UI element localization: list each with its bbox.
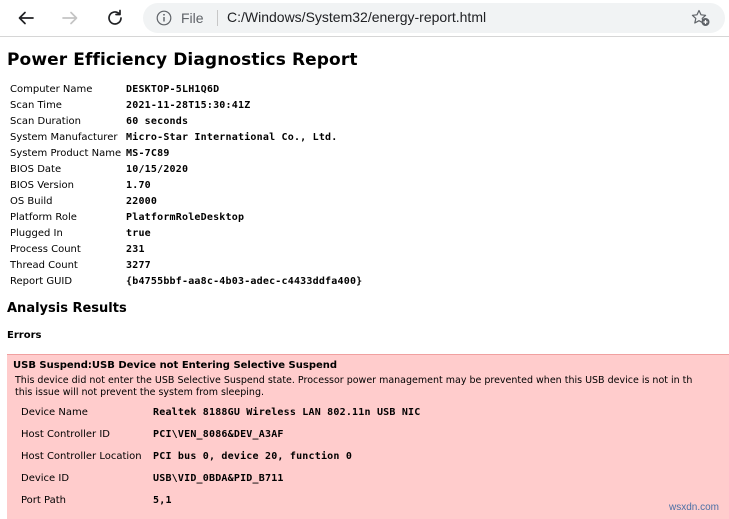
system-info-row-label: Thread Count [10, 259, 78, 271]
analysis-heading: Analysis Results [7, 301, 127, 316]
system-info-row-value: 60 seconds [126, 115, 189, 127]
back-button[interactable] [14, 6, 38, 30]
error-detail-row-value: PCI bus 0, device 20, function 0 [153, 450, 353, 462]
system-info-row: BIOS Version 1.70 [8, 177, 364, 193]
system-info-row-label: Process Count [10, 243, 81, 255]
forward-button[interactable] [58, 6, 82, 30]
error-description: This device did not enter the USB Select… [15, 375, 692, 399]
system-info-row: BIOS Date 10/15/2020 [8, 161, 364, 177]
system-info-row-value: 3277 [126, 259, 151, 271]
system-info-row-value: MS-7C89 [126, 147, 170, 159]
system-info-row: System Product Name MS-7C89 [8, 145, 364, 161]
error-detail-row: Device Name Realtek 8188GU Wireless LAN 8… [19, 401, 422, 423]
system-info-row-label: Computer Name [10, 83, 93, 95]
error-detail-row-value: PCI\VEN_8086&DEV_A3AF [153, 428, 284, 440]
system-info-row-label: Plugged In [10, 227, 63, 239]
system-info-row: Platform Role PlatformRoleDesktop [8, 209, 364, 225]
system-info-row: Report GUID {b4755bbf-aa8c-4b03-adec-c443… [8, 273, 364, 289]
system-info-row-label: System Product Name [10, 147, 122, 159]
error-detail-row-label: Port Path [21, 494, 66, 506]
address-scheme: File [181, 10, 204, 26]
system-info-row-label: System Manufacturer [10, 131, 118, 143]
error-detail-row-label: Host Controller ID [21, 428, 110, 440]
system-info-row-value: Micro-Star International Co., Ltd. [126, 131, 338, 143]
info-icon[interactable] [156, 10, 172, 30]
system-info-row: System Manufacturer Micro-Star Internatio… [8, 129, 364, 145]
error-detail-row-value: 5,1 [153, 494, 172, 506]
error-description-line: this issue will not prevent the system f… [15, 387, 264, 398]
address-bar[interactable]: File C:/Windows/System32/energy-report.h… [143, 3, 725, 33]
error-detail-row: Host Controller ID PCI\VEN_8086&DEV_A3AF [19, 423, 422, 445]
watermark: wsxdn.com [668, 502, 719, 513]
system-info-row-value: 10/15/2020 [126, 163, 189, 175]
system-info-row: Scan Duration 60 seconds [8, 113, 364, 129]
error-title: USB Suspend:USB Device not Entering Sele… [13, 360, 338, 371]
address-divider [217, 10, 218, 26]
system-info-row-label: Scan Time [10, 99, 62, 111]
system-info-row: Scan Time 2021-11-28T15:30:41Z [8, 97, 364, 113]
system-info-row-value: PlatformRoleDesktop [126, 211, 245, 223]
system-info-row: OS Build 22000 [8, 193, 364, 209]
system-info-row-label: OS Build [10, 195, 53, 207]
system-info-row-label: BIOS Version [10, 179, 74, 191]
error-description-line: This device did not enter the USB Select… [15, 375, 693, 386]
system-info-row-label: Report GUID [10, 275, 73, 287]
browser-toolbar: File C:/Windows/System32/energy-report.h… [0, 0, 729, 37]
back-arrow-icon [18, 11, 34, 25]
report-title: Power Efficiency Diagnostics Report [7, 50, 358, 70]
system-info-row-value: 1.70 [126, 179, 151, 191]
system-info-row-label: Platform Role [10, 211, 77, 223]
error-detail-row-label: Device Name [21, 406, 88, 418]
refresh-button[interactable] [103, 6, 127, 30]
system-info-row: Plugged In true [8, 225, 364, 241]
error-detail-row-value: USB\VID_0BDA&PID_B711 [153, 472, 284, 484]
error-detail-row: Port Path 5,1 [19, 489, 422, 511]
system-info-row-label: Scan Duration [10, 115, 81, 127]
system-info-row-value: 22000 [126, 195, 158, 207]
report-page: Power Efficiency Diagnostics Report Comp… [0, 37, 729, 519]
system-info-row-value: DESKTOP-5LH1Q6D [126, 83, 220, 95]
address-url[interactable]: C:/Windows/System32/energy-report.html [227, 9, 486, 25]
forward-arrow-icon [62, 11, 78, 25]
system-info-row: Computer Name DESKTOP-5LH1Q6D [8, 81, 364, 97]
error-detail-row-label: Device ID [21, 472, 70, 484]
error-entry: USB Suspend:USB Device not Entering Sele… [7, 354, 729, 519]
add-favorite-icon[interactable] [691, 9, 711, 31]
refresh-icon [108, 9, 122, 25]
system-info-row-value: 231 [126, 243, 145, 255]
error-details-table: Device Name Realtek 8188GU Wireless LAN 8… [19, 401, 422, 511]
error-detail-row-value: Realtek 8188GU Wireless LAN 802.11n USB … [153, 406, 421, 418]
errors-heading: Errors [7, 330, 42, 341]
system-info-row-label: BIOS Date [10, 163, 62, 175]
error-detail-row: Host Controller Location PCI bus 0, devic… [19, 445, 422, 467]
system-info-row: Thread Count 3277 [8, 257, 364, 273]
error-detail-row: Device ID USB\VID_0BDA&PID_B711 [19, 467, 422, 489]
error-detail-row-label: Host Controller Location [21, 450, 142, 462]
system-info-table: Computer Name DESKTOP-5LH1Q6D Scan Time 202… [8, 81, 364, 289]
system-info-row-value: {b4755bbf-aa8c-4b03-adec-c4433ddfa400} [126, 275, 363, 287]
system-info-row: Process Count 231 [8, 241, 364, 257]
system-info-row-value: true [126, 227, 151, 239]
system-info-row-value: 2021-11-28T15:30:41Z [126, 99, 251, 111]
